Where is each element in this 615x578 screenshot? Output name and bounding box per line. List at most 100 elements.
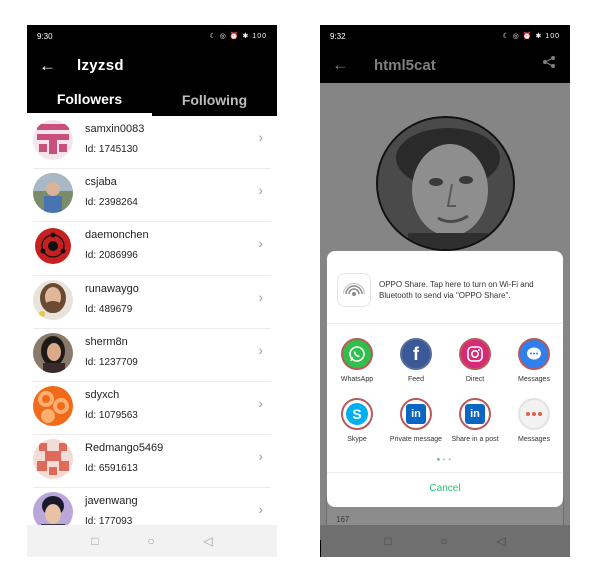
user-id: Id: 6591613	[85, 463, 138, 475]
avatar	[33, 279, 73, 320]
share-screen: 9:32 ☾ ◎ ⏰ ✱ 100 ← html5cat 167 OPPO Sha…	[320, 25, 570, 557]
back-arrow-icon[interactable]: ←	[332, 55, 360, 75]
share-sheet: OPPO Share. Tap here to turn on Wi-Fi an…	[327, 251, 563, 507]
app-bar: ← html5cat	[320, 47, 570, 83]
list-item[interactable]: Redmango5469 Id: 6591613 ›	[27, 435, 277, 489]
status-bar: 9:30 ☾ ◎ ⏰ ✱ 100	[27, 25, 277, 47]
avatar	[33, 332, 73, 373]
tab-following[interactable]: Following	[152, 84, 277, 116]
chevron-right-icon: ›	[258, 394, 263, 411]
share-target-feed[interactable]: f Feed	[388, 338, 444, 384]
page-title: html5cat	[374, 56, 436, 74]
username: Redmango5469	[85, 442, 164, 455]
chevron-right-icon: ›	[258, 448, 263, 465]
username: daemonchen	[85, 229, 149, 242]
skype-icon: S	[341, 398, 373, 430]
tab-followers[interactable]: Followers	[27, 84, 152, 116]
cancel-button[interactable]: Cancel	[327, 483, 563, 494]
avatar	[33, 385, 73, 426]
linkedin-icon: in	[400, 398, 432, 430]
status-bar: 9:32 ☾ ◎ ⏰ ✱ 100	[320, 25, 570, 47]
share-target-skype[interactable]: S Skype	[329, 398, 385, 444]
background-text: 167	[336, 515, 350, 524]
username: csjaba	[85, 176, 117, 189]
share-target-private-message[interactable]: in Private message	[388, 398, 444, 444]
oppo-share-icon	[337, 273, 371, 307]
user-id: Id: 177093	[85, 516, 133, 525]
username: javenwang	[85, 495, 138, 508]
chevron-right-icon: ›	[258, 341, 263, 358]
system-nav-bar: □ ○ ◁	[27, 525, 277, 557]
share-target-direct[interactable]: Direct	[447, 338, 503, 384]
username: samxin0083	[85, 123, 145, 135]
list-item[interactable]: sdyxch Id: 1079563 ›	[27, 382, 277, 436]
system-nav-bar: □ ○ ◁	[320, 525, 570, 557]
avatar	[33, 439, 73, 480]
avatar	[33, 492, 73, 525]
recent-apps-icon[interactable]: □	[384, 534, 391, 548]
share-target-share-in-post[interactable]: in Share in a post	[447, 398, 503, 444]
sms-icon	[518, 398, 550, 430]
chevron-right-icon: ›	[258, 235, 263, 252]
followers-screen: 9:30 ☾ ◎ ⏰ ✱ 100 ← lzyzsd Followers Foll…	[27, 25, 277, 557]
instagram-icon	[459, 338, 491, 370]
app-label: Private message	[389, 436, 443, 443]
avatar	[33, 173, 73, 214]
app-label: Messages	[518, 436, 550, 443]
list-item[interactable]: csjaba Id: 2398264 ›	[27, 169, 277, 223]
oppo-share-row[interactable]: OPPO Share. Tap here to turn on Wi-Fi an…	[337, 271, 553, 309]
app-label: Feed	[408, 376, 424, 383]
app-label: Direct	[465, 376, 485, 383]
list-item[interactable]: sherm8n Id: 1237709 ›	[27, 329, 277, 382]
user-id: Id: 1237709	[85, 356, 138, 368]
user-list: samxin0083 Id: 1745130 › csjaba Id: 2398…	[27, 116, 277, 525]
chevron-right-icon: ›	[258, 501, 263, 518]
app-bar: ← lzyzsd	[27, 47, 277, 84]
username: runawaygo	[85, 282, 139, 295]
facebook-icon: f	[400, 338, 432, 370]
user-id: Id: 489679	[85, 303, 133, 315]
share-target-sms[interactable]: Messages	[506, 398, 562, 444]
status-icons: ☾ ◎ ⏰ ✱ 100	[209, 33, 267, 40]
screenshot-canvas: 9:30 ☾ ◎ ⏰ ✱ 100 ← lzyzsd Followers Foll…	[0, 0, 615, 578]
user-id: Id: 2086996	[85, 250, 138, 262]
list-item[interactable]: samxin0083 Id: 1745130 ›	[27, 116, 277, 170]
avatar	[33, 226, 73, 267]
app-label: Skype	[347, 436, 367, 443]
nav-back-icon[interactable]: ◁	[203, 534, 212, 548]
tab-bar: Followers Following	[27, 84, 277, 116]
app-label: Share in a post	[451, 436, 499, 443]
share-icon[interactable]	[542, 55, 556, 74]
app-label: Messages	[518, 376, 550, 383]
username: sherm8n	[85, 335, 128, 348]
chevron-right-icon: ›	[258, 129, 263, 145]
divider	[327, 472, 563, 473]
chevron-right-icon: ›	[258, 182, 263, 199]
page-indicator: ●●●	[436, 457, 454, 463]
user-id: Id: 1079563	[85, 409, 138, 421]
share-target-messages[interactable]: Messages	[506, 338, 562, 384]
recent-apps-icon[interactable]: □	[91, 534, 98, 548]
divider	[320, 540, 321, 557]
status-time: 9:32	[330, 31, 346, 41]
list-item[interactable]: javenwang Id: 177093 ›	[27, 488, 277, 525]
profile-photo	[376, 116, 515, 251]
app-label: WhatsApp	[340, 376, 374, 383]
page-title: lzyzsd	[77, 57, 124, 74]
user-id: Id: 1745130	[85, 144, 138, 155]
home-icon[interactable]: ○	[147, 534, 154, 548]
chevron-right-icon: ›	[258, 288, 263, 305]
nav-back-icon[interactable]: ◁	[496, 534, 505, 548]
avatar	[33, 120, 73, 160]
divider	[327, 323, 563, 324]
status-time: 9:30	[37, 31, 53, 41]
list-item[interactable]: daemonchen Id: 2086996 ›	[27, 222, 277, 276]
back-arrow-icon[interactable]: ←	[39, 56, 67, 76]
share-target-whatsapp[interactable]: WhatsApp	[329, 338, 385, 384]
list-item[interactable]: runawaygo Id: 489679 ›	[27, 276, 277, 329]
home-icon[interactable]: ○	[440, 534, 447, 548]
oppo-share-text: OPPO Share. Tap here to turn on Wi-Fi an…	[379, 280, 534, 300]
user-id: Id: 2398264	[85, 197, 138, 209]
messenger-icon	[518, 338, 550, 370]
whatsapp-icon	[341, 338, 373, 370]
